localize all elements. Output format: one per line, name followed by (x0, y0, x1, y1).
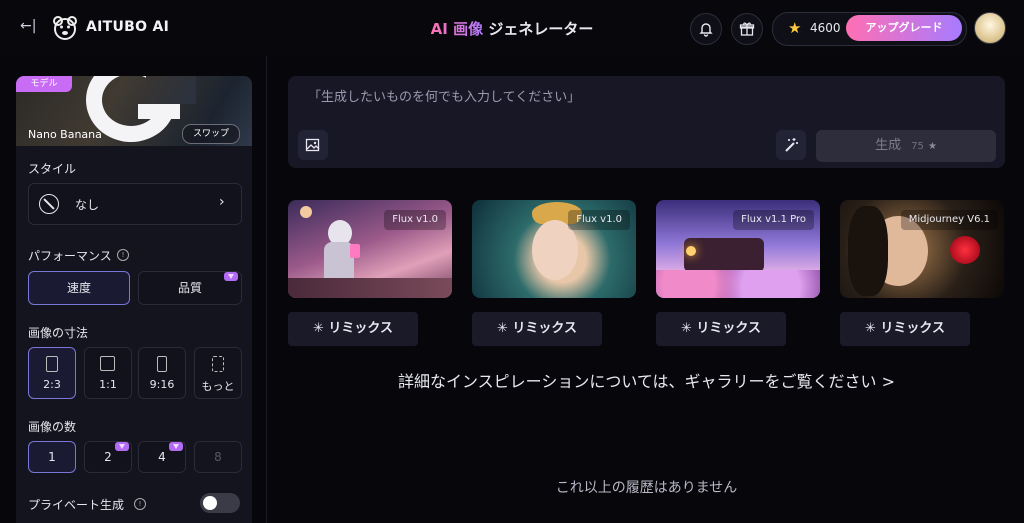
dimension-2-3[interactable]: 2:3 (28, 347, 76, 399)
top-bar: ←| AITUBO AI AI 画像 ジェネレーター ★ 4600 アップグレー… (0, 0, 1024, 56)
performance-heading: パフォーマンス (28, 249, 112, 263)
remix-label: リミックス (696, 321, 762, 336)
dimension-label: 1:1 (99, 378, 117, 391)
model-badge: Flux v1.1 Pro (733, 210, 814, 230)
model-card[interactable]: モデル Nano Banana スワップ (16, 76, 252, 146)
magic-prompt-button[interactable] (776, 130, 806, 160)
notifications-button[interactable] (690, 13, 722, 45)
gallery-card[interactable]: Flux v1.0 (288, 200, 452, 298)
star-icon: ★ (927, 141, 937, 152)
gallery-card[interactable]: Flux v1.1 Pro (656, 200, 820, 298)
prompt-box[interactable]: 「生成したいものを何でも入力してください」 生成 75 ★ (288, 76, 1005, 168)
dimension-label: 2:3 (43, 378, 61, 391)
remix-button[interactable]: ✳ リミックス (288, 312, 418, 346)
tall-portrait-icon (157, 356, 167, 372)
private-label: プライベート生成 (28, 498, 125, 512)
remix-label: リミックス (512, 321, 578, 336)
page-title-accent: AI 画像 (430, 20, 484, 38)
sidebar-divider (266, 56, 267, 523)
dimensions-heading: 画像の寸法 (28, 326, 89, 340)
dimension-more[interactable]: もっと (194, 347, 242, 399)
remix-button[interactable]: ✳ リミックス (656, 312, 786, 346)
style-heading: スタイル (28, 162, 77, 176)
style-value: なし (75, 198, 100, 212)
model-tag: モデル (16, 76, 72, 92)
generate-button[interactable]: 生成 75 ★ (816, 130, 996, 162)
star-icon: ★ (788, 19, 802, 37)
sparkle-icon: ✳ (680, 321, 692, 336)
dimension-1-1[interactable]: 1:1 (84, 347, 132, 399)
model-logo-bar (138, 104, 180, 119)
red-rose (950, 236, 980, 264)
ban-icon (39, 194, 59, 214)
info-icon[interactable]: ! (117, 249, 129, 261)
remix-button[interactable]: ✳ リミックス (840, 312, 970, 346)
count-1[interactable]: 1 (28, 441, 76, 473)
dimension-label: もっと (201, 380, 235, 393)
premium-gem-icon (224, 272, 238, 281)
generate-label: 生成 (875, 138, 902, 153)
prompt-input[interactable]: 「生成したいものを何でも入力してください」 (308, 86, 580, 105)
count-8[interactable]: 8 (194, 441, 242, 473)
more-sizes-icon (212, 356, 224, 372)
info-icon[interactable]: ! (134, 498, 146, 510)
dark-hair (848, 206, 888, 296)
flower-field (656, 270, 820, 298)
remix-button[interactable]: ✳ リミックス (472, 312, 602, 346)
settings-sidebar: モデル Nano Banana スワップ スタイル なし › パフォーマンス !… (16, 76, 252, 523)
page-title-rest: ジェネレーター (483, 20, 594, 38)
swap-model-button[interactable]: スワップ (182, 124, 240, 144)
glowing-jar (350, 244, 360, 258)
gift-button[interactable] (731, 13, 763, 45)
gallery-card[interactable]: Flux v1.0 (472, 200, 636, 298)
planet (300, 206, 312, 218)
gift-icon (739, 22, 755, 36)
magic-wand-icon (785, 138, 798, 152)
bell-icon (699, 23, 713, 37)
model-logo-cut (146, 76, 196, 104)
style-selector[interactable]: なし › (28, 183, 242, 225)
model-badge: Flux v1.0 (384, 210, 446, 230)
model-badge: Midjourney V6.1 (900, 210, 998, 230)
model-name: Nano Banana (28, 128, 102, 141)
image-icon (305, 138, 320, 152)
train-light (686, 246, 696, 256)
train (684, 238, 764, 272)
sparkle-icon: ✳ (496, 321, 508, 336)
dimension-9-16[interactable]: 9:16 (138, 347, 186, 399)
remix-label: リミックス (328, 321, 394, 336)
model-badge: Flux v1.0 (568, 210, 630, 230)
generate-cost: 75 (911, 141, 924, 152)
ground (288, 278, 452, 298)
avatar[interactable] (974, 12, 1006, 44)
private-toggle[interactable] (200, 493, 240, 513)
gallery-link[interactable]: 詳細なインスピレーションについては、ギャラリーをご覧ください > (288, 368, 1005, 392)
premium-gem-icon (115, 442, 129, 451)
remix-label: リミックス (880, 321, 946, 336)
dimension-label: 9:16 (149, 378, 175, 391)
history-end-message: これ以上の履歴はありません (555, 480, 738, 496)
toggle-knob (203, 496, 217, 510)
gallery-card[interactable]: Midjourney V6.1 (840, 200, 1004, 298)
portrait-icon (46, 356, 58, 372)
square-icon (100, 356, 115, 371)
upgrade-button[interactable]: アップグレード (846, 15, 962, 41)
sparkle-icon: ✳ (312, 321, 324, 336)
premium-gem-icon (169, 442, 183, 451)
sparkle-icon: ✳ (864, 321, 876, 336)
performance-speed[interactable]: 速度 (28, 271, 130, 305)
chevron-right-icon: › (219, 194, 225, 210)
upload-image-button[interactable] (298, 130, 328, 160)
image-count-heading: 画像の数 (28, 420, 77, 434)
credit-balance: 4600 (810, 21, 841, 35)
